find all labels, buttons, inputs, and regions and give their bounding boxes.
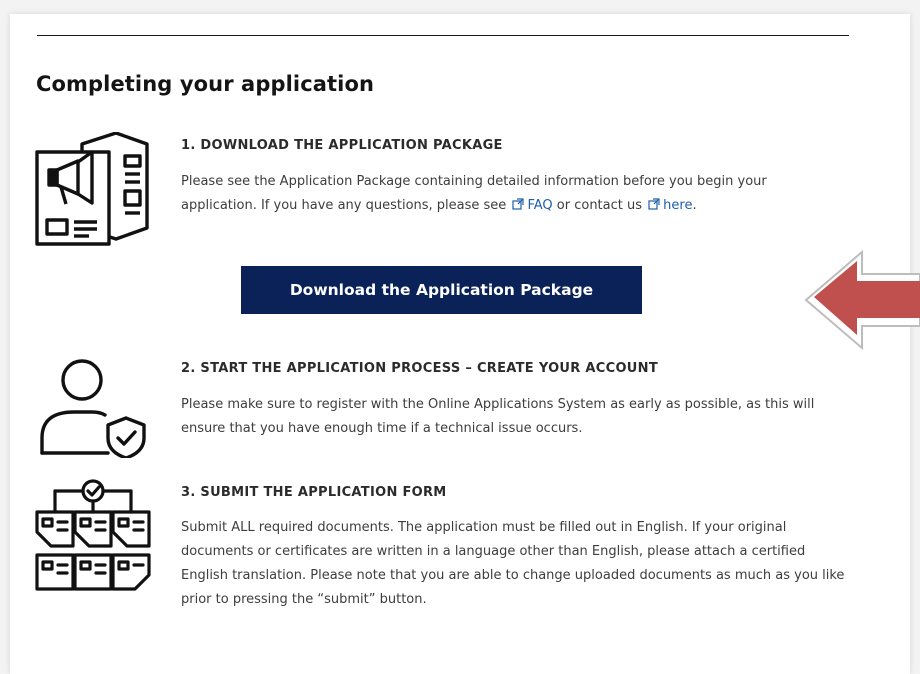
step-1-text-part: or contact us [556,198,643,213]
download-package-button[interactable]: Download the Application Package [241,266,642,314]
step-1-title: 1. DOWNLOAD THE APPLICATION PACKAGE [181,138,503,153]
faq-link[interactable]: FAQ [510,198,553,213]
contact-link-label: here [663,198,693,213]
step-1-text-part: . [692,198,697,213]
step-1-text: Please see the Application Package conta… [181,170,846,218]
arrow-left-icon [804,250,920,351]
faq-link-label: FAQ [527,198,553,213]
divider [37,35,849,36]
step-3-title: 3. SUBMIT THE APPLICATION FORM [181,485,447,500]
step-2-title: 2. START THE APPLICATION PROCESS – CREAT… [181,361,659,376]
step-2-text: Please make sure to register with the On… [181,397,815,436]
page-title: Completing your application [36,72,375,96]
poster-document-icon [35,132,149,246]
external-link-icon [512,198,525,210]
step-3-text: Submit ALL required documents. The appli… [181,520,845,607]
document-workflow-icon [35,479,151,591]
contact-link[interactable]: here [646,198,692,213]
user-shield-icon [40,359,146,458]
external-link-icon [648,198,660,210]
